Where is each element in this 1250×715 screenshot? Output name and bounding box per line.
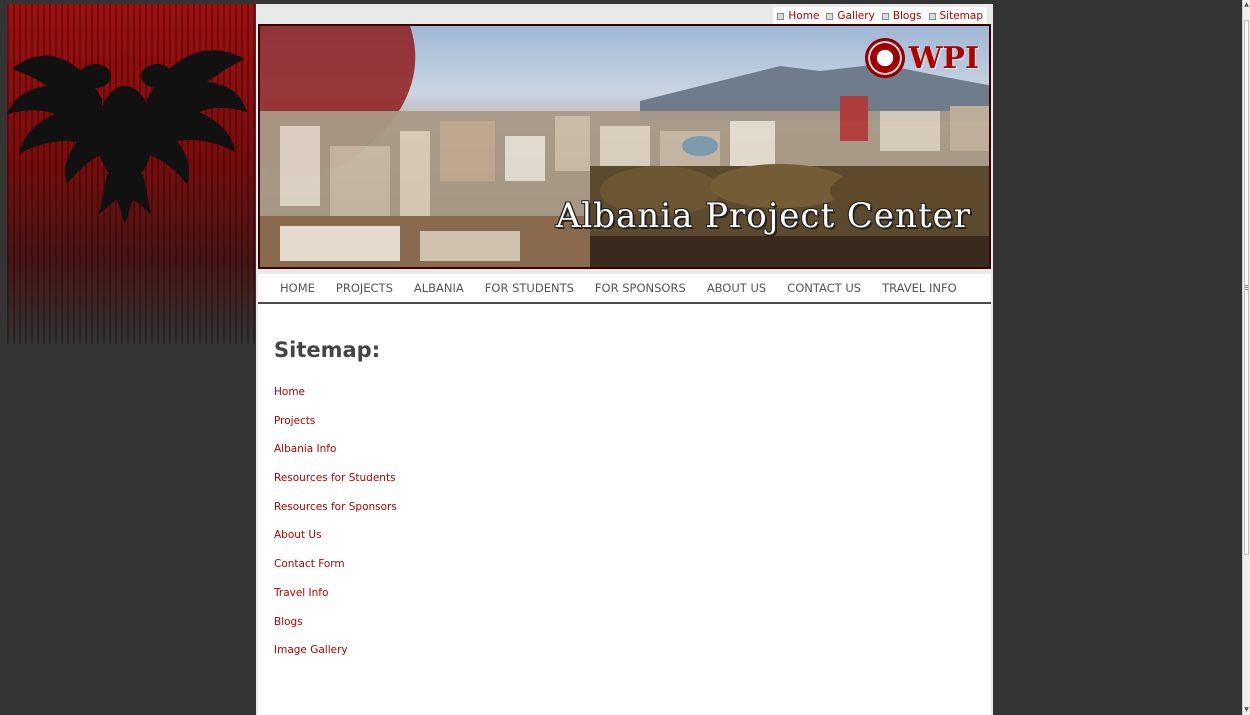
bullet-icon [777, 12, 785, 20]
wpi-logo: WPI [864, 38, 979, 78]
top-utility-links: Home Gallery Blogs Sitemap [773, 7, 987, 25]
nav-item-albania[interactable]: ALBANIA [393, 281, 464, 295]
nav-item-projects[interactable]: PROJECTS [315, 281, 393, 295]
sitemap-link-blogs[interactable]: Blogs [274, 616, 303, 628]
list-item: Resources for Sponsors [274, 501, 397, 530]
scroll-grip-icon [1245, 285, 1248, 291]
list-item: Blogs [274, 616, 397, 645]
top-link-gallery[interactable]: Gallery [826, 10, 875, 22]
main-page: Home Gallery Blogs Sitemap WPI Albania P… [256, 4, 993, 715]
bullet-icon [826, 12, 834, 20]
sitemap-link-albania-info[interactable]: Albania Info [274, 443, 336, 455]
sitemap-link-about-us[interactable]: About Us [274, 529, 322, 541]
sitemap-link-resources-students[interactable]: Resources for Students [274, 472, 396, 484]
albanian-flag-background [7, 4, 255, 344]
list-item: Contact Form [274, 558, 397, 587]
sitemap-link-resources-sponsors[interactable]: Resources for Sponsors [274, 501, 397, 513]
list-item: Travel Info [274, 587, 397, 616]
sitemap-link-travel-info[interactable]: Travel Info [274, 587, 328, 599]
bullet-icon [928, 12, 936, 20]
sitemap-link-image-gallery[interactable]: Image Gallery [274, 644, 348, 656]
bullet-icon [881, 12, 889, 20]
top-link-label: Blogs [892, 10, 922, 22]
wpi-logo-text: WPI [908, 40, 979, 76]
list-item: Image Gallery [274, 644, 397, 673]
list-item: Albania Info [274, 443, 397, 472]
nav-item-home[interactable]: HOME [258, 281, 315, 295]
nav-item-for-sponsors[interactable]: FOR SPONSORS [574, 281, 686, 295]
double-headed-eagle-icon [7, 50, 247, 224]
top-link-label: Sitemap [939, 10, 984, 22]
list-item: Home [274, 386, 397, 415]
banner-title: Albania Project Center [555, 196, 971, 236]
top-link-label: Home [788, 10, 820, 22]
nav-item-for-students[interactable]: FOR STUDENTS [464, 281, 574, 295]
nav-item-contact-us[interactable]: CONTACT US [766, 281, 861, 295]
scroll-up-icon[interactable]: ▲ [1244, 2, 1249, 8]
nav-item-about-us[interactable]: ABOUT US [686, 281, 766, 295]
list-item: Projects [274, 415, 397, 444]
sitemap-link-projects[interactable]: Projects [274, 415, 315, 427]
sitemap-link-list: Home Projects Albania Info Resources for… [274, 386, 397, 673]
list-item: About Us [274, 529, 397, 558]
vertical-scrollbar[interactable]: ▲ ▼ [1242, 0, 1250, 715]
sitemap-link-contact-form[interactable]: Contact Form [274, 558, 345, 570]
sitemap-link-home[interactable]: Home [274, 386, 305, 398]
scroll-down-icon[interactable]: ▼ [1244, 707, 1249, 713]
nav-item-travel-info[interactable]: TRAVEL INFO [861, 281, 957, 295]
top-link-home[interactable]: Home [777, 10, 819, 22]
wpi-seal-icon [864, 38, 905, 78]
top-link-label: Gallery [837, 10, 875, 22]
main-navigation: HOME PROJECTS ALBANIA FOR STUDENTS FOR S… [258, 274, 991, 304]
content-area: Sitemap: Home Projects Albania Info Reso… [258, 304, 991, 715]
top-link-sitemap[interactable]: Sitemap [928, 10, 984, 22]
top-link-blogs[interactable]: Blogs [881, 10, 922, 22]
list-item: Resources for Students [274, 472, 397, 501]
header-banner: WPI Albania Project Center [258, 24, 991, 269]
page-title: Sitemap: [274, 338, 381, 362]
